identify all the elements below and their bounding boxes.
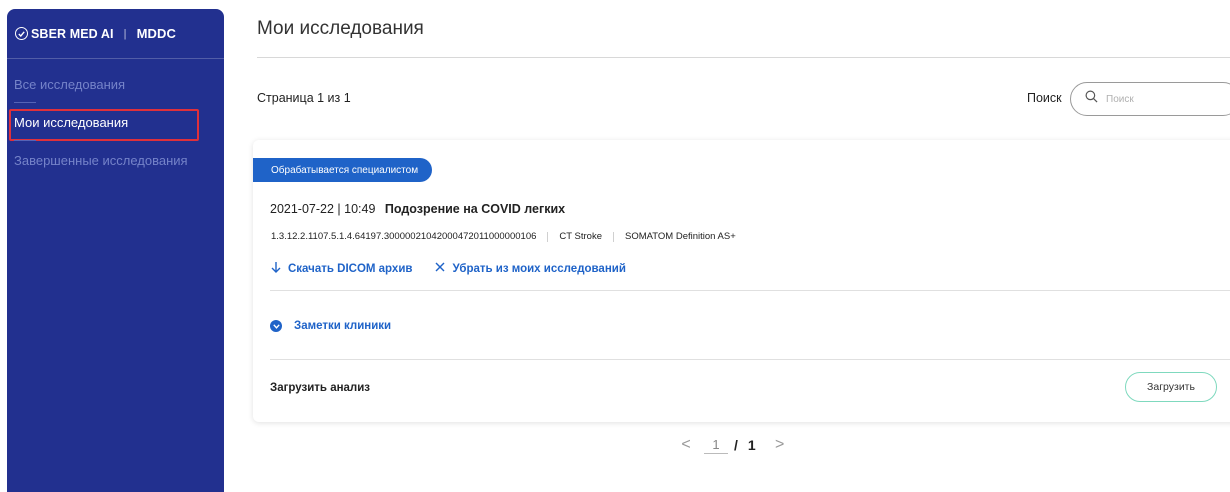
remove-from-my-studies-button[interactable]: Убрать из моих исследований bbox=[434, 261, 626, 276]
status-badge: Обрабатывается специалистом bbox=[253, 158, 433, 182]
upload-analysis-label: Загрузить анализ bbox=[270, 382, 371, 394]
sidebar-nav: Все исследования Мои исследования Заверш… bbox=[7, 59, 224, 181]
clinic-notes-label: Заметки клиники bbox=[294, 320, 392, 332]
divider bbox=[270, 290, 1230, 291]
study-diagnosis: Подозрение на COVID легких bbox=[384, 202, 566, 216]
study-header: 2021-07-22 | 10:49 Подозрение на COVID л… bbox=[270, 202, 565, 216]
upload-button[interactable]: Загрузить bbox=[1125, 372, 1217, 402]
search-box[interactable] bbox=[1070, 82, 1230, 116]
sidebar-item-label: Все исследования bbox=[14, 77, 126, 92]
close-icon bbox=[434, 261, 452, 276]
arrow-down-icon bbox=[270, 261, 288, 276]
main-content: Мои исследования Страница 1 из 1 Поиск О… bbox=[232, 0, 1230, 492]
remove-label: Убрать из моих исследований bbox=[452, 262, 626, 275]
pagination: < 1 / 1 > bbox=[678, 436, 788, 454]
page-title: Мои исследования bbox=[257, 18, 424, 39]
search-input[interactable] bbox=[1106, 93, 1226, 105]
brand-separator: | bbox=[123, 27, 127, 40]
sidebar: SBER MED AI | MDDC Все исследования Мои … bbox=[7, 9, 224, 492]
study-actions: Скачать DICOM архив Убрать из моих иссле… bbox=[270, 261, 626, 276]
sidebar-item-label: Завершенные исследования bbox=[14, 153, 188, 168]
next-page-button[interactable]: > bbox=[772, 436, 788, 454]
search-icon bbox=[1085, 90, 1098, 108]
study-modality: CT Stroke bbox=[559, 231, 602, 242]
prev-page-button[interactable]: < bbox=[678, 436, 694, 454]
divider bbox=[547, 231, 549, 242]
divider bbox=[257, 57, 1230, 58]
brand-header: SBER MED AI | MDDC bbox=[7, 9, 224, 59]
divider bbox=[14, 140, 36, 141]
clinic-notes-toggle[interactable]: Заметки клиники bbox=[270, 320, 391, 332]
divider bbox=[270, 359, 1230, 360]
sidebar-item-completed-studies[interactable]: Завершенные исследования bbox=[7, 143, 224, 181]
study-card: Обрабатывается специалистом 2021-07-22 |… bbox=[253, 140, 1230, 422]
product-name: MDDC bbox=[136, 26, 176, 41]
search-label: Поиск bbox=[1027, 91, 1062, 105]
divider bbox=[612, 231, 614, 242]
study-datetime: 2021-07-22 | 10:49 bbox=[270, 202, 376, 216]
chevron-down-icon bbox=[270, 320, 282, 332]
download-dicom-label: Скачать DICOM архив bbox=[288, 262, 413, 275]
download-dicom-button[interactable]: Скачать DICOM архив bbox=[270, 261, 412, 276]
brand-name: SBER MED AI bbox=[31, 26, 114, 41]
page-info: Страница 1 из 1 bbox=[257, 91, 351, 105]
current-page-input[interactable]: 1 bbox=[704, 437, 728, 454]
sidebar-item-my-studies[interactable]: Мои исследования bbox=[7, 105, 224, 143]
checkmark-icon bbox=[15, 27, 28, 40]
page-separator: / bbox=[734, 437, 738, 453]
study-device: SOMATOM Definition AS+ bbox=[624, 231, 736, 242]
sidebar-item-all-studies[interactable]: Все исследования bbox=[7, 67, 224, 105]
highlight-outline bbox=[9, 109, 199, 141]
total-pages: 1 bbox=[747, 437, 756, 453]
study-meta: 1.3.12.2.1107.5.1.4.64197.30000021042000… bbox=[271, 231, 736, 242]
divider bbox=[14, 102, 36, 103]
study-uid: 1.3.12.2.1107.5.1.4.64197.30000021042000… bbox=[271, 231, 537, 242]
